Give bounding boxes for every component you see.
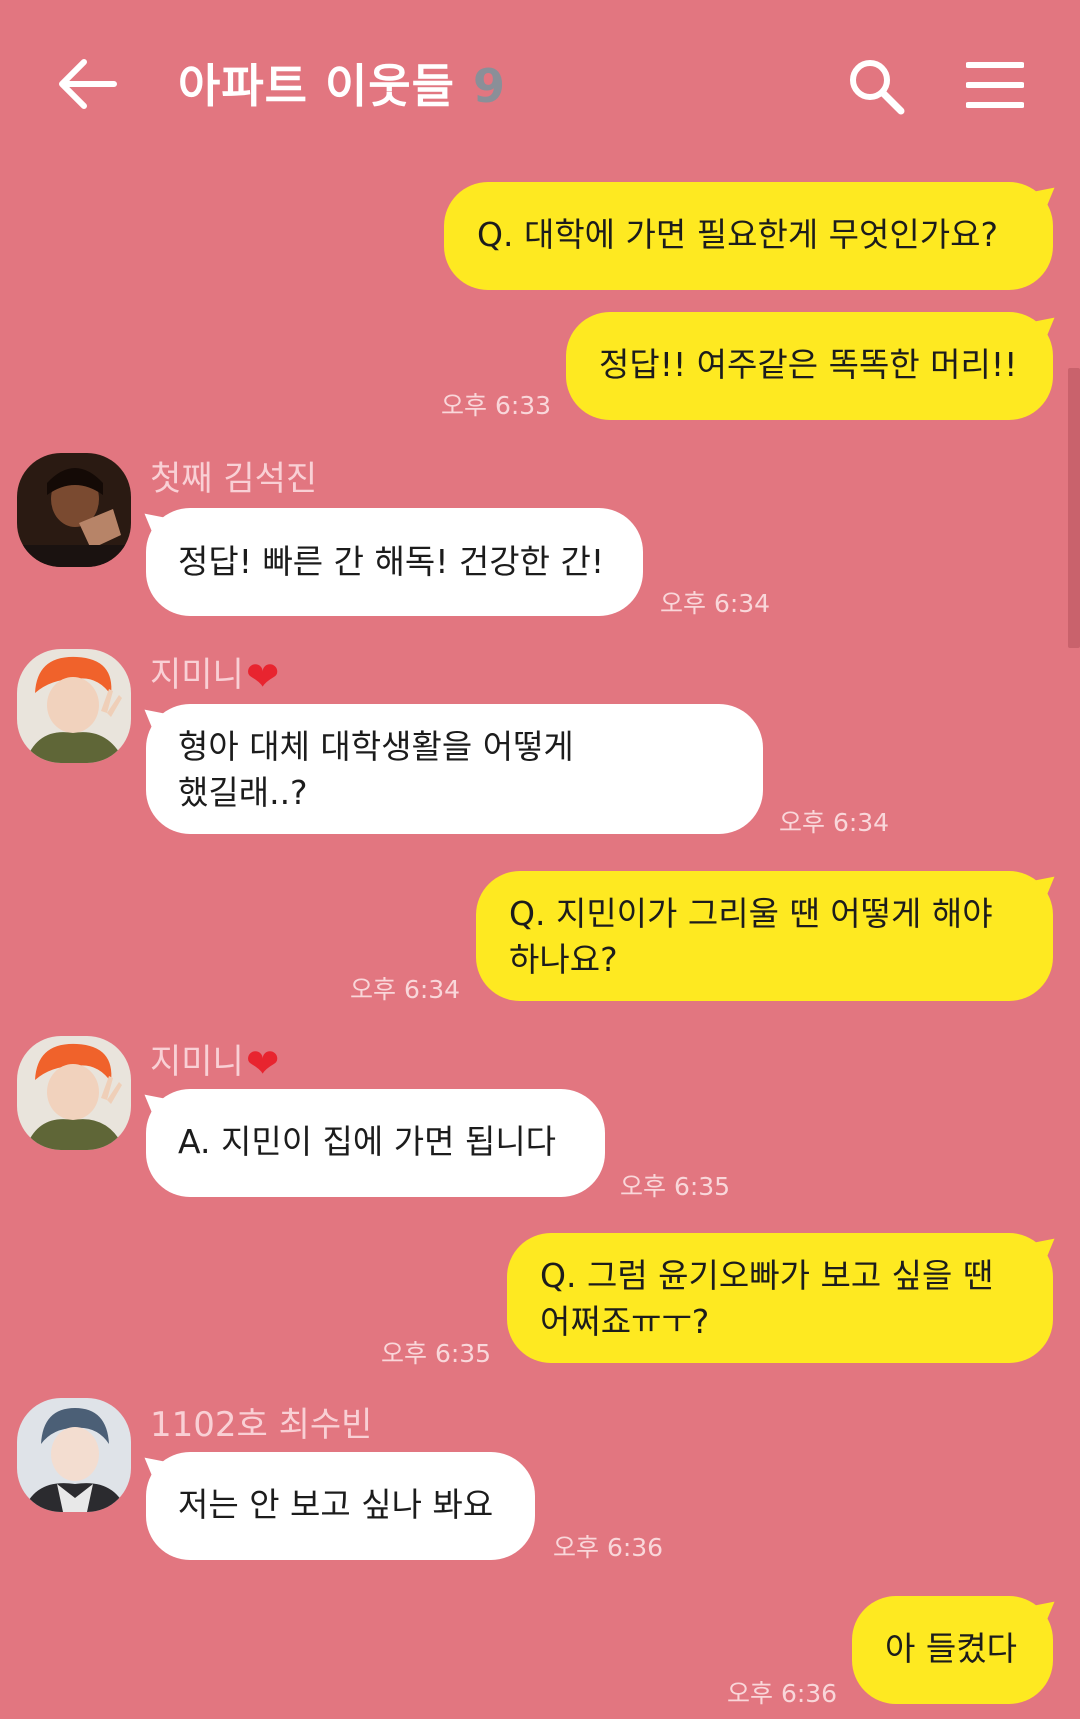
sender-name: 첫째 김석진 — [150, 459, 318, 499]
message-text: A. 지민이 집에 가면 됩니다 — [178, 1122, 557, 1161]
sender-name: 지미니❤ — [150, 647, 279, 700]
sender-name-text: 지미니 — [150, 655, 244, 695]
message-timestamp: 오후 6:35 — [620, 1172, 731, 1201]
message-timestamp: 오후 6:34 — [779, 808, 890, 837]
avatar[interactable] — [17, 1398, 131, 1512]
my-message-bubble[interactable]: Q. 그럼 윤기오빠가 보고 싶을 땐 어쩌죠ㅠㅜ? — [507, 1233, 1053, 1363]
room-name: 아파트 이웃들 — [178, 59, 455, 113]
my-message-bubble[interactable]: Q. 지민이가 그리울 땐 어떻게 해야 하나요? — [476, 871, 1053, 1001]
member-count: 9 — [472, 59, 506, 113]
message-text: 어쩌죠ㅠㅜ? — [540, 1302, 710, 1341]
other-message-bubble[interactable]: A. 지민이 집에 가면 됩니다 — [146, 1089, 605, 1197]
message-text: 저는 안 보고 싶나 봐요 — [178, 1485, 494, 1524]
other-message-bubble[interactable]: 형아 대체 대학생활을 어떻게 했길래..? — [146, 704, 763, 834]
message-text: Q. 그럼 윤기오빠가 보고 싶을 땐 — [540, 1256, 994, 1295]
message-timestamp: 오후 6:33 — [441, 391, 552, 420]
message-timestamp: 오후 6:34 — [350, 975, 461, 1004]
other-message-bubble[interactable]: 정답! 빠른 간 해독! 건강한 간! — [146, 508, 643, 616]
message-text: Q. 대학에 가면 필요한게 무엇인가요? — [477, 215, 998, 254]
message-text: 형아 대체 대학생활을 어떻게 — [178, 727, 574, 766]
heart-icon: ❤ — [245, 1040, 280, 1087]
chat-title[interactable]: 아파트 이웃들 9 — [178, 50, 506, 116]
message-timestamp: 오후 6:36 — [553, 1533, 664, 1562]
message-timestamp: 오후 6:34 — [660, 589, 771, 618]
heart-icon: ❤ — [245, 653, 280, 700]
avatar[interactable] — [17, 1036, 131, 1150]
other-message-bubble[interactable]: 저는 안 보고 싶나 봐요 — [146, 1452, 535, 1560]
chat-header: 아파트 이웃들 9 — [0, 0, 1080, 170]
message-text: Q. 지민이가 그리울 땐 어떻게 해야 — [509, 894, 993, 933]
message-timestamp: 오후 6:36 — [727, 1679, 838, 1708]
message-text: 했길래..? — [178, 773, 308, 812]
sender-name-text: 지미니 — [150, 1042, 244, 1082]
message-text: 정답!! 여주같은 똑똑한 머리!! — [599, 345, 1018, 384]
search-icon[interactable] — [846, 56, 906, 116]
message-text: 정답! 빠른 간 해독! 건강한 간! — [178, 542, 605, 581]
my-message-bubble[interactable]: Q. 대학에 가면 필요한게 무엇인가요? — [444, 182, 1053, 290]
sender-name: 1102호 최수빈 — [150, 1405, 373, 1445]
my-message-bubble[interactable]: 아 들켰다 — [852, 1596, 1053, 1704]
arrow-left-icon[interactable] — [58, 58, 118, 110]
hamburger-menu-icon[interactable] — [966, 60, 1024, 110]
scrollbar[interactable] — [1068, 368, 1080, 648]
message-timestamp: 오후 6:35 — [381, 1339, 492, 1368]
avatar[interactable] — [17, 649, 131, 763]
my-message-bubble[interactable]: 정답!! 여주같은 똑똑한 머리!! — [566, 312, 1053, 420]
message-text: 아 들켰다 — [885, 1629, 1017, 1668]
sender-name: 지미니❤ — [150, 1034, 279, 1087]
message-text: 하나요? — [509, 940, 618, 979]
avatar[interactable] — [17, 453, 131, 567]
